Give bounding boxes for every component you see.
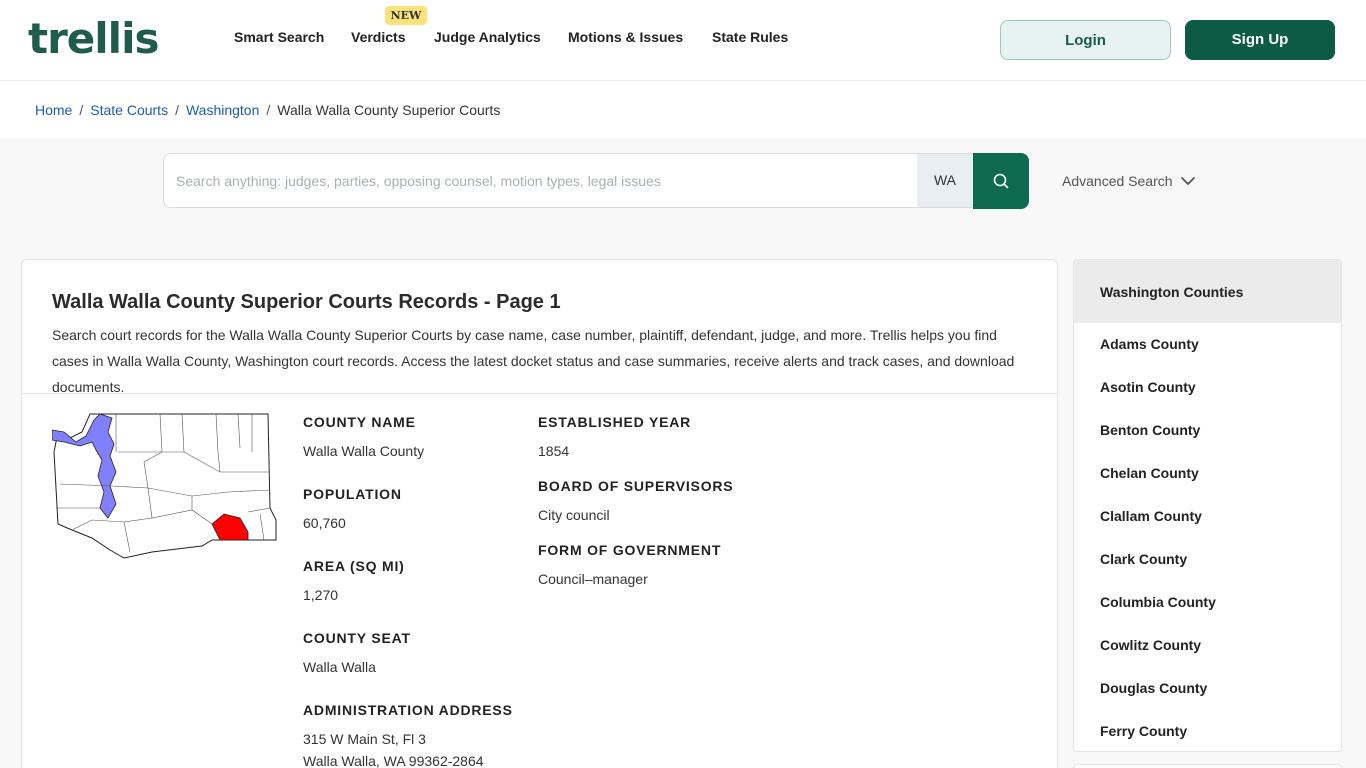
established-year-value: 1854 xyxy=(538,443,570,459)
nav-motions-issues[interactable]: Motions & Issues xyxy=(568,27,683,47)
county-name-value: Walla Walla County xyxy=(303,443,425,459)
county-info-card: Walla Walla County Superior Courts Recor… xyxy=(21,259,1058,768)
sidebar-county-link[interactable]: Cowlitz County xyxy=(1100,637,1201,653)
counties-sidebar: Washington Counties Adams County Asotin … xyxy=(1073,259,1342,752)
sidebar-county-link[interactable]: Ferry County xyxy=(1100,723,1187,739)
search-input[interactable] xyxy=(163,153,917,208)
county-name-label: COUNTY NAME xyxy=(303,414,416,430)
admin-address-line2: Walla Walla, WA 99362-2864 xyxy=(303,753,484,768)
nav-verdicts[interactable]: Verdicts xyxy=(351,27,405,47)
sidebar-county-link[interactable]: Clallam County xyxy=(1100,508,1202,524)
search-icon xyxy=(993,173,1009,189)
breadcrumb-home[interactable]: Home xyxy=(35,102,72,118)
breadcrumb-state-courts[interactable]: State Courts xyxy=(90,102,168,118)
login-button[interactable]: Login xyxy=(1000,20,1171,60)
sidebar-county-link[interactable]: Douglas County xyxy=(1100,680,1207,696)
breadcrumb-separator: / xyxy=(266,102,271,118)
nav-smart-search[interactable]: Smart Search xyxy=(234,27,324,47)
sidebar-county-link[interactable]: Columbia County xyxy=(1100,594,1216,610)
sidebar-county-link[interactable]: Adams County xyxy=(1100,336,1199,352)
logo-text: trellis xyxy=(28,14,159,63)
page-description: Search court records for the Walla Walla… xyxy=(52,327,1015,395)
nav-state-rules[interactable]: State Rules xyxy=(712,27,788,47)
government-value: Council–manager xyxy=(538,571,648,587)
breadcrumb-bar: Home / State Courts / Washington / Walla Walla… xyxy=(0,81,1366,138)
breadcrumb-separator: / xyxy=(79,102,84,118)
breadcrumb-washington[interactable]: Washington xyxy=(186,102,259,118)
nav-judge-analytics[interactable]: Judge Analytics xyxy=(434,27,541,47)
county-seat-label: COUNTY SEAT xyxy=(303,630,411,646)
area-label: AREA (SQ MI) xyxy=(303,558,405,574)
board-value: City council xyxy=(538,507,610,523)
area-value: 1,270 xyxy=(303,587,339,603)
site-header: trellis Smart Search Verdicts Judge Anal… xyxy=(0,0,1366,81)
signup-button[interactable]: Sign Up xyxy=(1185,20,1335,60)
sidebar-title: Washington Counties xyxy=(1100,284,1244,300)
breadcrumb-current: Walla Walla County Superior Courts xyxy=(277,102,501,118)
admin-address-line1: 315 W Main St, Fl 3 xyxy=(303,731,426,747)
sidebar-county-link[interactable]: Clark County xyxy=(1100,551,1187,567)
sidebar-header: Washington Counties xyxy=(1074,260,1341,323)
population-value: 60,760 xyxy=(303,515,346,531)
secondary-sidebar-card xyxy=(1073,764,1342,768)
search-bar: WA xyxy=(163,153,1029,209)
breadcrumb-separator: / xyxy=(175,102,179,118)
sidebar-county-link[interactable]: Benton County xyxy=(1100,422,1200,438)
chevron-down-icon[interactable] xyxy=(1180,174,1196,188)
admin-address-label: ADMINISTRATION ADDRESS xyxy=(303,702,513,718)
county-seat-value: Walla Walla xyxy=(303,659,376,675)
sidebar-county-link[interactable]: Chelan County xyxy=(1100,465,1199,481)
new-badge: NEW xyxy=(385,6,427,25)
breadcrumb: Home / State Courts / Washington / Walla Walla… xyxy=(35,102,500,118)
trellis-logo[interactable]: trellis xyxy=(28,14,159,63)
advanced-search-toggle[interactable]: Advanced Search xyxy=(1062,172,1173,190)
search-button[interactable] xyxy=(973,153,1029,209)
washington-county-map xyxy=(52,413,277,559)
page-title: Walla Walla County Superior Courts Recor… xyxy=(52,291,561,313)
board-label: BOARD OF SUPERVISORS xyxy=(538,478,734,494)
established-year-label: ESTABLISHED YEAR xyxy=(538,414,692,430)
sidebar-county-link[interactable]: Asotin County xyxy=(1100,379,1196,395)
divider xyxy=(22,393,1057,394)
state-select[interactable]: WA xyxy=(917,153,973,208)
population-label: POPULATION xyxy=(303,486,402,502)
government-label: FORM OF GOVERNMENT xyxy=(538,542,722,558)
